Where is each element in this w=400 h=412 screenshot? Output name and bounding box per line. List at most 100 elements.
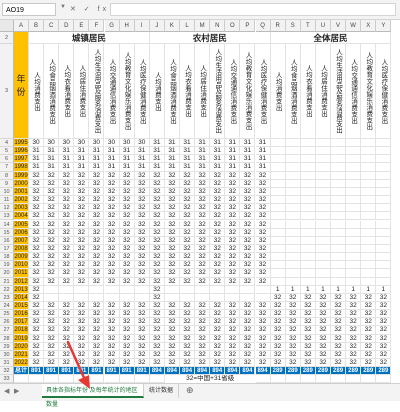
data-cell[interactable] [315, 204, 331, 213]
data-cell[interactable]: 32 [134, 179, 150, 188]
data-cell[interactable]: 32 [225, 302, 241, 311]
data-cell[interactable]: 32 [210, 244, 226, 254]
year-cell[interactable]: 2012 [14, 277, 29, 286]
data-cell[interactable]: 32 [240, 220, 256, 229]
data-cell[interactable]: 32 [149, 326, 165, 335]
data-cell[interactable]: 32 [149, 187, 165, 197]
data-cell[interactable]: 32 [195, 334, 211, 343]
data-cell[interactable]: 1 [361, 285, 377, 294]
data-cell[interactable] [376, 244, 392, 254]
year-cell[interactable]: 2019 [14, 334, 29, 343]
data-cell[interactable]: 32 [119, 204, 135, 213]
data-cell[interactable]: 32 [361, 342, 377, 351]
data-cell[interactable] [361, 187, 377, 197]
data-cell[interactable]: 32 [300, 334, 316, 343]
data-cell[interactable]: 32 [119, 187, 135, 197]
data-cell[interactable]: 32 [255, 318, 271, 327]
data-cell[interactable]: 32 [149, 359, 165, 368]
data-cell[interactable]: 32 [240, 204, 256, 213]
data-cell[interactable]: 32 [44, 350, 60, 360]
data-cell[interactable]: 32 [346, 342, 362, 351]
data-cell[interactable] [270, 212, 286, 221]
data-cell[interactable]: 32 [195, 244, 211, 254]
data-cell[interactable]: 32 [210, 310, 226, 319]
total-cell[interactable]: 891 [29, 367, 45, 376]
total-cell[interactable]: 289 [315, 367, 331, 376]
data-cell[interactable]: 32 [210, 261, 226, 270]
data-cell[interactable]: 32 [195, 196, 211, 205]
data-cell[interactable]: 31 [149, 139, 165, 148]
row-header-8[interactable]: 8 [0, 171, 14, 180]
row-header-9[interactable]: 9 [0, 179, 14, 188]
data-cell[interactable]: 32 [195, 326, 211, 335]
year-cell[interactable]: 2006 [14, 228, 29, 237]
data-cell[interactable]: 32 [74, 261, 90, 270]
data-cell[interactable]: 32 [29, 212, 45, 221]
data-cell[interactable]: 32 [270, 302, 286, 311]
column-header-W[interactable]: W [346, 20, 362, 32]
data-cell[interactable] [270, 228, 286, 237]
data-cell[interactable] [270, 139, 286, 148]
prev-sheet-icon[interactable]: ◀ [4, 387, 9, 395]
data-cell[interactable] [361, 196, 377, 205]
data-cell[interactable] [361, 228, 377, 237]
total-cell[interactable]: 894 [255, 367, 271, 376]
total-cell[interactable]: 289 [270, 367, 286, 376]
data-cell[interactable]: 32 [300, 359, 316, 368]
data-cell[interactable] [240, 293, 256, 302]
data-cell[interactable]: 32 [195, 350, 211, 360]
data-cell[interactable]: 32 [331, 326, 347, 335]
data-cell[interactable] [300, 261, 316, 270]
data-cell[interactable]: 32 [240, 212, 256, 221]
data-cell[interactable]: 32 [255, 187, 271, 197]
data-cell[interactable] [315, 187, 331, 197]
data-cell[interactable]: 31 [44, 147, 60, 156]
data-cell[interactable]: 32 [119, 253, 135, 262]
data-cell[interactable]: 32 [164, 244, 180, 254]
data-cell[interactable] [346, 236, 362, 245]
data-cell[interactable] [361, 236, 377, 245]
data-cell[interactable] [164, 285, 180, 294]
data-cell[interactable]: 32 [195, 204, 211, 213]
data-cell[interactable]: 32 [74, 228, 90, 237]
row-header-31[interactable]: 31 [0, 359, 14, 368]
data-cell[interactable] [361, 269, 377, 278]
data-cell[interactable]: 32 [210, 277, 226, 286]
data-cell[interactable]: 32 [164, 204, 180, 213]
data-cell[interactable]: 32 [346, 293, 362, 302]
data-cell[interactable]: 1 [376, 285, 392, 294]
data-cell[interactable] [270, 163, 286, 172]
total-cell[interactable]: 891 [89, 367, 105, 376]
add-sheet-icon[interactable]: ⊕ [186, 385, 194, 396]
year-cell[interactable]: 1996 [14, 147, 29, 156]
data-cell[interactable]: 32 [346, 302, 362, 311]
data-cell[interactable]: 32 [74, 220, 90, 229]
data-cell[interactable]: 32 [331, 318, 347, 327]
select-all-corner[interactable] [0, 20, 14, 32]
data-cell[interactable]: 32 [240, 253, 256, 262]
data-cell[interactable]: 32 [180, 212, 196, 221]
year-cell[interactable]: 2022 [14, 359, 29, 368]
data-cell[interactable]: 31 [210, 139, 226, 148]
data-cell[interactable]: 32 [210, 253, 226, 262]
data-cell[interactable] [315, 155, 331, 164]
data-cell[interactable]: 32 [225, 277, 241, 286]
data-cell[interactable] [361, 204, 377, 213]
data-cell[interactable]: 32 [134, 220, 150, 229]
data-cell[interactable]: 32 [195, 179, 211, 188]
year-cell[interactable]: 2008 [14, 244, 29, 254]
data-cell[interactable]: 32 [346, 326, 362, 335]
data-cell[interactable]: 32 [210, 220, 226, 229]
data-cell[interactable]: 32 [44, 196, 60, 205]
data-cell[interactable] [210, 285, 226, 294]
data-cell[interactable]: 32 [195, 302, 211, 311]
data-cell[interactable]: 32 [270, 334, 286, 343]
data-cell[interactable]: 32 [89, 359, 105, 368]
data-cell[interactable]: 32 [134, 244, 150, 254]
data-cell[interactable]: 32 [44, 236, 60, 245]
data-cell[interactable]: 32 [376, 310, 392, 319]
data-cell[interactable]: 32 [74, 253, 90, 262]
data-cell[interactable] [59, 285, 75, 294]
data-cell[interactable] [361, 171, 377, 180]
data-cell[interactable]: 32 [225, 179, 241, 188]
